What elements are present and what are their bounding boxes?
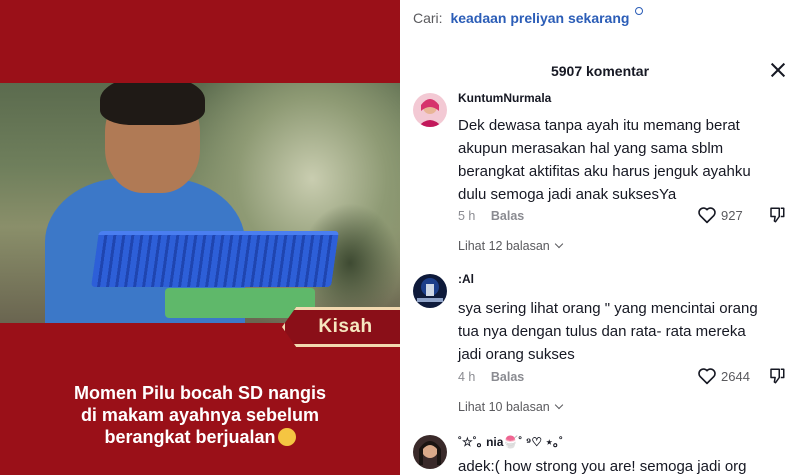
dislike-button[interactable] (768, 367, 786, 390)
comment-line: adek:( how strong you are! semoga jadi o… (458, 458, 747, 475)
comment-line: sya sering lihat orang " yang mencintai … (458, 300, 758, 317)
caption-line: Momen Pilu bocah SD nangis (73, 383, 327, 403)
thumbs-down-icon (770, 368, 785, 384)
close-icon[interactable] (769, 61, 787, 79)
avatar[interactable] (413, 274, 447, 308)
reply-button[interactable]: Balas (491, 370, 524, 384)
comment-text: Dek dewasa tanpa ayah itu memang berat a… (458, 114, 778, 206)
view-replies-label: Lihat 10 balasan (458, 400, 550, 414)
comment-text: sya sering lihat orang " yang mencintai … (458, 297, 778, 366)
chevron-down-icon (554, 239, 563, 249)
view-replies-button[interactable]: Lihat 12 balasan (458, 239, 563, 253)
comment-time: 4 h (458, 370, 476, 384)
caption-line-text: berangkat berjualan (104, 427, 276, 447)
comment-author[interactable]: ˚☆˚｡ nia🍧˚ ⁹♡ ⋆｡˚ (458, 433, 563, 450)
caption-line: di makam ayahnya sebelum (80, 405, 320, 425)
comment-line: Dek dewasa tanpa ayah itu memang berat (458, 117, 740, 134)
heart-icon (698, 207, 716, 224)
search-label: Cari: (413, 10, 443, 26)
comment-time: 5 h (458, 209, 476, 223)
avatar[interactable] (413, 93, 447, 127)
search-term-link[interactable]: keadaan preliyan sekarang (450, 10, 629, 26)
comment-line: tua nya dengan tulus dan rata- rata mere… (458, 323, 746, 340)
comment-line: akupun merasakan hal yang sama sblm (458, 140, 724, 157)
search-icon (635, 7, 644, 15)
like-button[interactable]: 2644 (697, 367, 750, 385)
view-replies-button[interactable]: Lihat 10 balasan (458, 400, 563, 414)
view-replies-label: Lihat 12 balasan (458, 239, 550, 253)
like-count: 927 (721, 207, 743, 223)
kisah-tag-label: Kisah (318, 316, 373, 337)
comment-meta: 5 h Balas (458, 209, 524, 223)
blue-tray (91, 231, 339, 287)
like-count: 2644 (721, 368, 750, 384)
comment-text: adek:( how strong you are! semoga jadi o… (458, 455, 778, 475)
comment-count: 5907 komentar (550, 63, 650, 79)
dislike-button[interactable] (768, 206, 786, 229)
comments-panel: Cari: keadaan preliyan sekarang 5907 kom… (400, 0, 800, 475)
search-suggestion[interactable]: Cari: keadaan preliyan sekarang (413, 7, 644, 28)
video-frame (0, 83, 400, 323)
comment-author[interactable]: :Al (458, 272, 474, 286)
comment-line: dulu semoga jadi anak suksesYa (458, 186, 677, 203)
comment-line: berangkat aktifitas aku harus jenguk aya… (458, 163, 751, 180)
video-player[interactable]: Kisah Momen Pilu bocah SD nangis di maka… (0, 0, 400, 475)
crying-emoji-icon (277, 428, 296, 446)
caption-line-last: berangkat berjualan (20, 426, 380, 448)
reply-button[interactable]: Balas (491, 209, 524, 223)
comment-author[interactable]: KuntumNurmala (458, 91, 551, 105)
avatar[interactable] (413, 435, 447, 469)
heart-icon (698, 368, 716, 385)
boy-hair (100, 83, 205, 125)
chevron-down-icon (554, 400, 563, 410)
kisah-tag: Kisah (282, 307, 400, 347)
video-caption: Momen Pilu bocah SD nangis di makam ayah… (20, 382, 380, 448)
comment-line: jadi orang sukses (458, 346, 575, 363)
thumbs-down-icon (770, 207, 785, 223)
like-button[interactable]: 927 (697, 206, 743, 224)
comment-meta: 4 h Balas (458, 370, 524, 384)
